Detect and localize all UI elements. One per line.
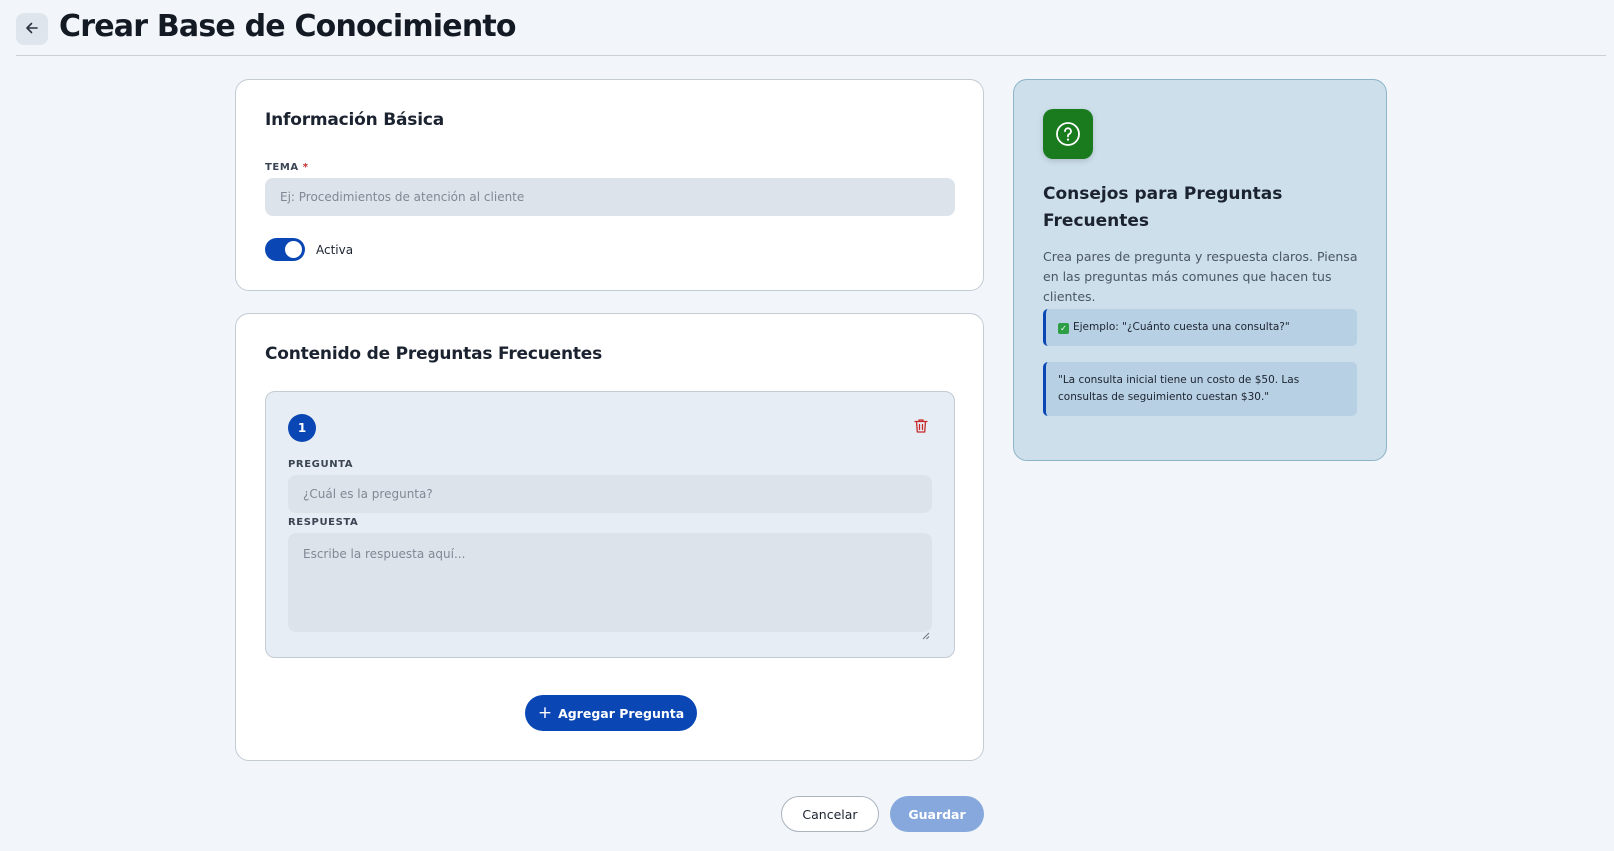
basic-info-title: Información Básica [265,110,445,130]
question-circle-icon [1043,109,1093,159]
faq-item: 1 PREGUNTA RESPUESTA [265,391,955,658]
faq-tips-panel: Consejos para Preguntas Frecuentes Crea … [1013,79,1387,461]
save-button[interactable]: Guardar [890,796,984,832]
toggle-knob [285,241,302,258]
cancel-button[interactable]: Cancelar [781,796,879,832]
page-header: Crear Base de Conocimiento [16,0,1606,56]
resize-grip-icon[interactable] [922,625,930,640]
page-title: Crear Base de Conocimiento [59,9,517,44]
back-button[interactable] [16,13,48,45]
delete-question-button[interactable] [912,419,930,437]
tema-label-text: TEMA [265,162,299,173]
tip-example-answer-text: "La consulta inicial tiene un costo de $… [1058,374,1300,403]
tema-input[interactable] [265,178,955,216]
active-toggle-label: Activa [316,243,354,257]
plus-icon: + [537,702,553,723]
answer-textarea[interactable] [288,533,932,632]
basic-info-card: Información Básica TEMA* Activa [235,79,984,291]
tip-example-question: ✓ Ejemplo: "¿Cuánto cuesta una consulta?" [1043,309,1357,346]
faq-content-card: Contenido de Preguntas Frecuentes 1 PREG… [235,313,984,761]
trash-icon [914,418,928,438]
question-input[interactable] [288,475,932,513]
answer-label: RESPUESTA [288,517,359,528]
tema-label: TEMA * [265,162,309,173]
check-box-icon: ✓ [1058,323,1069,334]
arrow-left-icon [25,20,39,39]
tips-title: Consejos para Preguntas Frecuentes [1043,184,1283,231]
tip-example-question-text: Ejemplo: "¿Cuánto cuesta una consulta?" [1073,321,1290,333]
add-question-button[interactable]: + Agregar Pregunta [525,695,697,731]
question-label: PREGUNTA [288,459,354,470]
faq-content-title: Contenido de Preguntas Frecuentes [265,344,603,364]
active-toggle[interactable] [265,238,305,261]
tip-example-answer: "La consulta inicial tiene un costo de $… [1043,362,1357,416]
tips-description: Crea pares de pregunta y respuesta claro… [1043,249,1358,304]
add-question-label: Agregar Pregunta [558,705,685,721]
required-mark: * [302,162,309,173]
question-number-badge: 1 [288,414,316,442]
